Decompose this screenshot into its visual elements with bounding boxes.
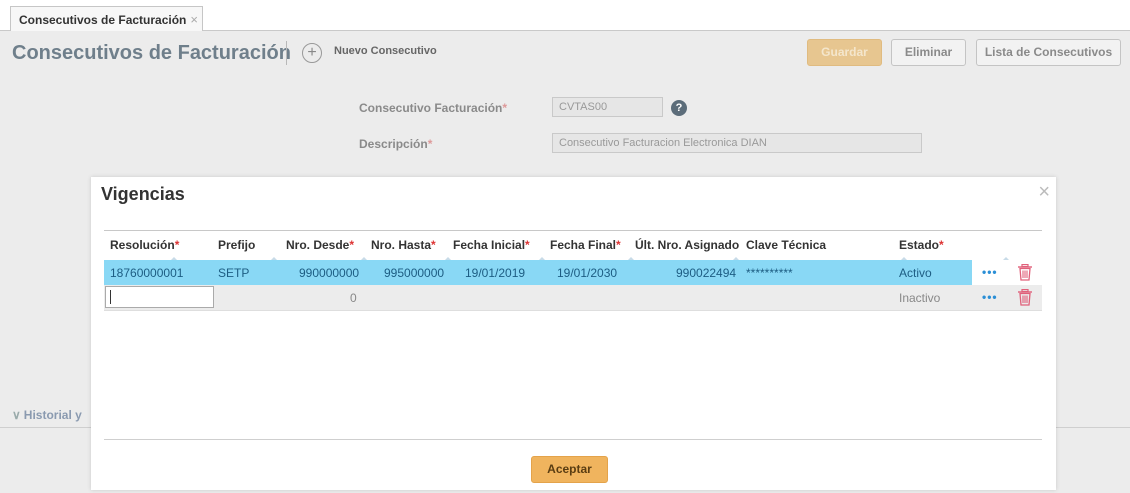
add-circle-icon[interactable]: + (302, 43, 322, 63)
cell-ultimo[interactable]: 990022494 (676, 266, 736, 280)
vigencias-modal: Vigencias × Resolución* Prefijo Nro. Des… (91, 177, 1056, 490)
resolucion-input[interactable] (105, 286, 214, 308)
more-options-icon[interactable]: ••• (982, 290, 998, 304)
tab-label: Consecutivos de Facturación (19, 13, 187, 27)
col-header-hasta[interactable]: Nro. Hasta* (371, 238, 436, 252)
cell-estado[interactable]: Activo (899, 266, 932, 280)
more-options-icon[interactable]: ••• (982, 265, 998, 279)
descripcion-label: Descripción* (359, 137, 433, 151)
grid-row-border (104, 310, 1042, 311)
cell-desde[interactable]: 990000000 (299, 266, 359, 280)
title-divider (286, 41, 287, 65)
cell-desde[interactable]: 0 (350, 291, 357, 305)
consecutivo-field[interactable]: CVTAS00 (552, 97, 663, 117)
cell-resolucion[interactable]: 18760000001 (110, 266, 183, 280)
close-icon[interactable]: × (1038, 181, 1050, 204)
close-tab-icon[interactable]: × (190, 12, 198, 27)
historial-label: Historial y (23, 408, 82, 422)
descripcion-field[interactable]: Consecutivo Facturacion Electronica DIAN (552, 133, 922, 153)
cell-fecha-inicial[interactable]: 19/01/2019 (465, 266, 525, 280)
col-header-ultimo[interactable]: Últ. Nro. Asignado (635, 238, 739, 252)
historial-section-toggle[interactable]: ∨ Historial y (12, 408, 82, 422)
page-title: Consecutivos de Facturación (12, 42, 291, 64)
accept-button[interactable]: Aceptar (531, 456, 608, 483)
cell-hasta[interactable]: 995000000 (384, 266, 444, 280)
save-button[interactable]: Guardar (807, 39, 882, 66)
col-header-prefijo[interactable]: Prefijo (218, 238, 255, 252)
new-consecutivo-link[interactable]: Nuevo Consecutivo (334, 45, 437, 57)
col-header-clave[interactable]: Clave Técnica (746, 238, 826, 252)
col-header-fecha-final[interactable]: Fecha Final* (550, 238, 621, 252)
col-header-fecha-inicial[interactable]: Fecha Inicial* (453, 238, 530, 252)
chevron-down-icon: ∨ (12, 408, 21, 422)
consecutivo-label: Consecutivo Facturación* (359, 101, 508, 115)
table-row[interactable]: 18760000001 SETP 990000000 995000000 19/… (104, 260, 1042, 285)
delete-button[interactable]: Eliminar (891, 39, 966, 66)
tab-consecutivos[interactable]: Consecutivos de Facturación × (10, 6, 203, 31)
cell-fecha-final[interactable]: 19/01/2030 (557, 266, 617, 280)
col-header-estado[interactable]: Estado* (899, 238, 944, 252)
tab-bar: Consecutivos de Facturación × (0, 0, 1130, 31)
col-header-desde[interactable]: Nro. Desde* (286, 238, 354, 252)
col-header-resolucion[interactable]: Resolución* (110, 238, 179, 252)
trash-icon[interactable] (1017, 264, 1033, 281)
table-row[interactable]: 0 Inactivo ••• (104, 285, 1042, 310)
list-consecutivos-button[interactable]: Lista de Consecutivos (976, 39, 1121, 66)
modal-footer-divider (104, 439, 1042, 440)
grid-top-border (104, 230, 1042, 231)
cell-clave[interactable]: ********** (746, 266, 793, 280)
trash-icon[interactable] (1017, 289, 1033, 306)
cell-prefijo[interactable]: SETP (218, 266, 249, 280)
cell-estado[interactable]: Inactivo (899, 291, 940, 305)
help-icon[interactable]: ? (671, 100, 687, 116)
text-caret (110, 290, 111, 304)
modal-title: Vigencias (101, 184, 185, 204)
